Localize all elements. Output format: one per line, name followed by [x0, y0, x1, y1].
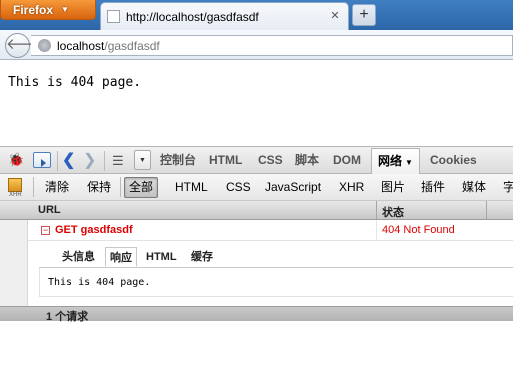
request-count: 1 个请求	[46, 311, 89, 323]
title-bar: Firefox ▼ http://localhost/gasdfasdf ✕ +	[0, 0, 513, 30]
firefox-menu-button[interactable]: Firefox ▼	[0, 0, 96, 20]
filter-fonts[interactable]: 字	[503, 174, 513, 200]
xhr-icon-label: XHR	[9, 192, 22, 198]
request-detail: 头信息 响应 HTML 缓存 This is 404 page.	[28, 241, 513, 306]
filter-css[interactable]: CSS	[226, 174, 251, 200]
chevron-down-icon: ▼	[139, 157, 146, 164]
navigation-bar: 🡐 localhost /gasdfasdf	[0, 30, 513, 60]
detail-tab-cache[interactable]: 缓存	[191, 247, 213, 267]
tab-cookies[interactable]: Cookies	[430, 147, 477, 174]
new-tab-button[interactable]: +	[352, 4, 376, 26]
column-divider[interactable]	[486, 201, 487, 220]
detail-tab-response[interactable]: 响应	[105, 247, 137, 267]
firebug-toolbar: 🐞 ❮ ❯ ☰ ▼ 控制台 HTML CSS 脚本 DOM 网络 ▼ Cookie…	[0, 146, 513, 174]
column-header-status[interactable]: 状态	[382, 204, 404, 220]
net-summary-footer: 1 个请求	[0, 306, 513, 323]
next-panel-icon[interactable]: ❯	[83, 152, 101, 169]
firefox-menu-label: Firefox	[13, 2, 54, 17]
close-tab-icon[interactable]: ✕	[328, 9, 342, 23]
net-table-header: URL 状态	[0, 201, 513, 220]
filter-media[interactable]: 媒体	[462, 174, 486, 200]
firebug-bug-icon[interactable]: 🐞	[8, 152, 26, 169]
filter-javascript[interactable]: JavaScript	[265, 174, 321, 200]
browser-tab[interactable]: http://localhost/gasdfasdf ✕	[100, 2, 349, 30]
filter-all[interactable]: 全部	[124, 177, 159, 198]
response-body: This is 404 page.	[39, 267, 513, 297]
clear-button[interactable]: 清除	[45, 174, 69, 200]
filter-html[interactable]: HTML	[175, 174, 208, 200]
chevron-down-icon: ▼	[405, 158, 413, 167]
tab-script[interactable]: 脚本	[295, 147, 319, 174]
request-label[interactable]: GET gasdfasdf	[55, 224, 133, 236]
detail-tab-headers[interactable]: 头信息	[62, 247, 95, 267]
page-body-text: This is 404 page.	[8, 75, 142, 90]
column-header-url[interactable]: URL	[38, 204, 61, 216]
url-path: /gasdfasdf	[104, 38, 160, 53]
collapse-toggle-icon[interactable]: −	[41, 226, 50, 235]
detail-tab-html[interactable]: HTML	[146, 247, 177, 267]
toolbar-divider	[104, 151, 105, 171]
tab-dom[interactable]: DOM	[333, 147, 361, 174]
xhr-breakpoint-icon[interactable]	[8, 178, 22, 192]
filter-xhr[interactable]: XHR	[339, 174, 364, 200]
tab-title: http://localhost/gasdfasdf	[126, 9, 259, 24]
table-row[interactable]: − GET gasdfasdf 404 Not Found	[28, 220, 513, 241]
toolbar-divider	[120, 177, 121, 197]
page-favicon-icon	[107, 10, 120, 23]
request-status: 404 Not Found	[382, 224, 455, 236]
url-host: localhost	[57, 38, 105, 53]
filter-images[interactable]: 图片	[381, 174, 405, 200]
column-divider	[376, 220, 377, 241]
row-gutter	[0, 220, 28, 306]
tab-net[interactable]: 网络 ▼	[371, 148, 420, 174]
toolbar-divider	[57, 151, 58, 171]
toolbar-divider	[33, 177, 34, 197]
firebug-menu-icon[interactable]: ☰	[112, 152, 130, 169]
tab-net-label: 网络	[378, 154, 403, 168]
inspect-element-icon[interactable]	[33, 152, 51, 168]
tab-css[interactable]: CSS	[258, 147, 283, 174]
previous-panel-icon[interactable]: ❮	[62, 152, 80, 169]
column-divider[interactable]	[376, 201, 377, 220]
chevron-down-icon: ▼	[61, 5, 69, 14]
globe-icon	[38, 39, 51, 52]
tab-html[interactable]: HTML	[209, 147, 242, 174]
address-bar[interactable]: localhost /gasdfasdf	[31, 35, 513, 56]
panel-list-dropdown[interactable]: ▼	[134, 150, 151, 170]
persist-button[interactable]: 保持	[87, 174, 111, 200]
net-toolbar: XHR 清除 保持 全部 HTML CSS JavaScript XHR 图片 …	[0, 174, 513, 201]
back-button[interactable]: 🡐	[5, 33, 46, 58]
tab-console[interactable]: 控制台	[160, 147, 196, 174]
filter-plugins[interactable]: 插件	[421, 174, 445, 200]
